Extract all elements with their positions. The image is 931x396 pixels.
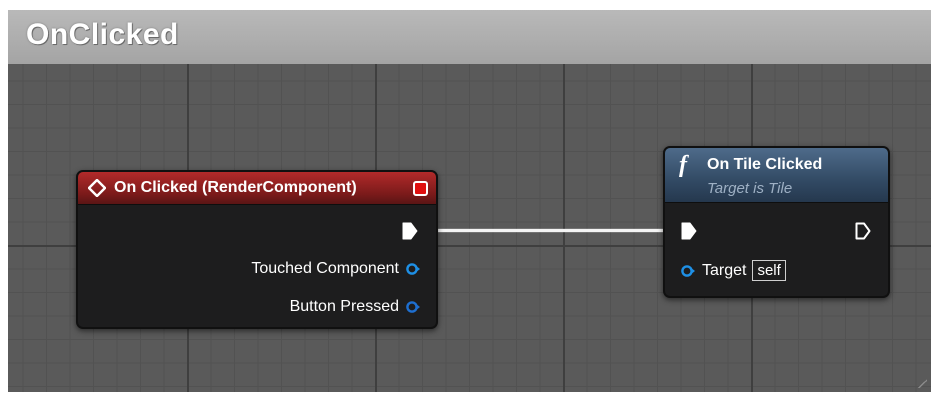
event-node-header[interactable]: On Clicked (RenderComponent) bbox=[78, 172, 436, 205]
graph-title-bar: OnClicked bbox=[8, 10, 931, 64]
pin-touched-component[interactable]: Touched Component bbox=[251, 260, 420, 278]
object-pin-icon[interactable] bbox=[406, 300, 420, 314]
target-default-value[interactable]: self bbox=[752, 260, 786, 281]
pin-label: Target bbox=[702, 261, 747, 279]
event-diamond-icon bbox=[88, 179, 106, 197]
object-pin-icon[interactable] bbox=[681, 264, 695, 278]
function-node-on-tile-clicked[interactable]: f On Tile Clicked Target is Tile Target … bbox=[663, 146, 890, 298]
pin-label: Touched Component bbox=[251, 260, 399, 277]
exec-wire[interactable] bbox=[414, 229, 682, 232]
function-node-title: On Tile Clicked bbox=[707, 156, 823, 173]
object-pin-icon[interactable] bbox=[406, 262, 420, 276]
pin-target[interactable]: Target self bbox=[681, 260, 786, 281]
function-node-header[interactable]: f On Tile Clicked Target is Tile bbox=[665, 148, 888, 203]
exec-out-pin-empty-icon[interactable] bbox=[855, 222, 871, 240]
delegate-pin-icon[interactable] bbox=[413, 181, 428, 196]
event-node-on-clicked[interactable]: On Clicked (RenderComponent) Touched Com… bbox=[76, 170, 438, 329]
graph-title: OnClicked bbox=[26, 18, 179, 51]
exec-out-pin-icon[interactable] bbox=[402, 222, 418, 240]
pin-button-pressed[interactable]: Button Pressed bbox=[290, 298, 420, 316]
resize-grip-icon[interactable] bbox=[917, 378, 927, 388]
exec-in-pin-icon[interactable] bbox=[681, 222, 697, 240]
function-node-subtitle: Target is Tile bbox=[707, 180, 793, 197]
event-node-title: On Clicked (RenderComponent) bbox=[114, 179, 357, 196]
pin-label: Button Pressed bbox=[289, 298, 399, 315]
function-f-icon: f bbox=[679, 152, 687, 178]
